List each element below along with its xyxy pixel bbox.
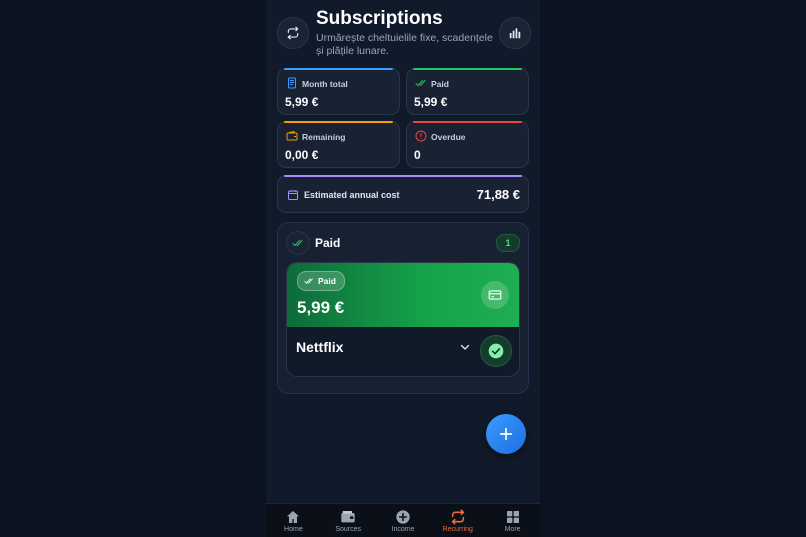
nav-label: Home <box>284 526 303 533</box>
plus-circle-icon <box>396 510 410 524</box>
subscription-card[interactable]: Paid 5,99 € Nettflix <box>286 262 520 377</box>
stat-card-month-total: Month total 5,99 € <box>277 68 400 115</box>
page-title: Subscriptions <box>316 8 443 29</box>
group-title: Paid <box>315 236 341 250</box>
nav-label: Recurring <box>442 526 473 533</box>
stat-card-overdue: Overdue 0 <box>406 121 529 168</box>
subscription-name: Nettflix <box>296 339 344 355</box>
stat-label: Month total <box>302 79 348 89</box>
accent-line <box>413 68 522 70</box>
stat-value: 5,99 € <box>285 95 319 109</box>
add-subscription-button[interactable] <box>486 414 526 454</box>
stat-value: 0 <box>414 148 421 162</box>
group-count-badge: 1 <box>496 234 520 252</box>
accent-line <box>284 68 393 70</box>
stat-value: 5,99 € <box>414 95 448 109</box>
bar-chart-icon <box>509 28 521 39</box>
stat-label: Overdue <box>431 132 466 142</box>
accent-line <box>413 121 522 123</box>
stat-label: Remaining <box>302 132 346 142</box>
alert-circle-icon <box>415 130 427 142</box>
nav-label: More <box>504 526 521 533</box>
annual-cost-card: Estimated annual cost 71,88 € <box>277 175 529 213</box>
nav-item-more[interactable]: More <box>485 504 540 537</box>
stats-button[interactable] <box>499 17 531 49</box>
nav-item-home[interactable]: Home <box>266 504 321 537</box>
stat-card-remaining: Remaining 0,00 € <box>277 121 400 168</box>
status-pill-label: Paid <box>318 276 336 286</box>
nav-label: Income <box>391 526 415 533</box>
paid-group: Paid 1 Paid 5,99 € Nettflix <box>277 222 529 394</box>
repeat-icon <box>451 509 464 525</box>
double-check-icon <box>415 80 426 87</box>
app-screen: Subscriptions Urmărește cheltuielile fix… <box>266 0 540 537</box>
credit-card-icon <box>488 290 502 300</box>
nav-label: Sources <box>335 526 362 533</box>
check-circle-icon <box>488 343 504 359</box>
accent-line <box>284 175 522 177</box>
nav-item-recurring[interactable]: Recurring <box>430 504 485 537</box>
double-check-icon <box>304 278 313 284</box>
subscription-card-header: Paid 5,99 € <box>287 263 519 327</box>
mark-paid-button[interactable] <box>480 335 512 367</box>
receipt-icon <box>288 77 296 89</box>
chevron-down-icon[interactable] <box>459 341 471 353</box>
stat-label: Paid <box>431 79 449 89</box>
wallet-icon <box>341 511 355 523</box>
repeat-button[interactable] <box>277 17 309 49</box>
nav-item-sources[interactable]: Sources <box>321 504 376 537</box>
bottom-nav: Home Sources Income Recurring More <box>266 503 540 537</box>
stat-card-paid: Paid 5,99 € <box>406 68 529 115</box>
home-icon <box>287 511 300 523</box>
status-pill: Paid <box>297 271 345 291</box>
nav-item-income[interactable]: Income <box>376 504 431 537</box>
subscription-amount: 5,99 € <box>297 298 345 317</box>
stat-value: 0,00 € <box>285 148 319 162</box>
double-check-icon <box>292 240 303 247</box>
wallet-icon <box>286 130 298 141</box>
group-status-badge <box>286 231 310 255</box>
grid-icon <box>506 511 519 523</box>
annual-cost-label: Estimated annual cost <box>304 190 400 200</box>
annual-cost-value: 71,88 € <box>476 187 520 202</box>
header: Subscriptions Urmărește cheltuielile fix… <box>266 0 540 62</box>
payment-method-button[interactable] <box>481 281 509 309</box>
accent-line <box>284 121 393 123</box>
plus-icon <box>499 427 513 441</box>
repeat-icon <box>287 26 299 40</box>
calendar-icon <box>288 190 298 200</box>
page-subtitle: Urmărește cheltuielile fixe, scadențele … <box>316 32 493 57</box>
